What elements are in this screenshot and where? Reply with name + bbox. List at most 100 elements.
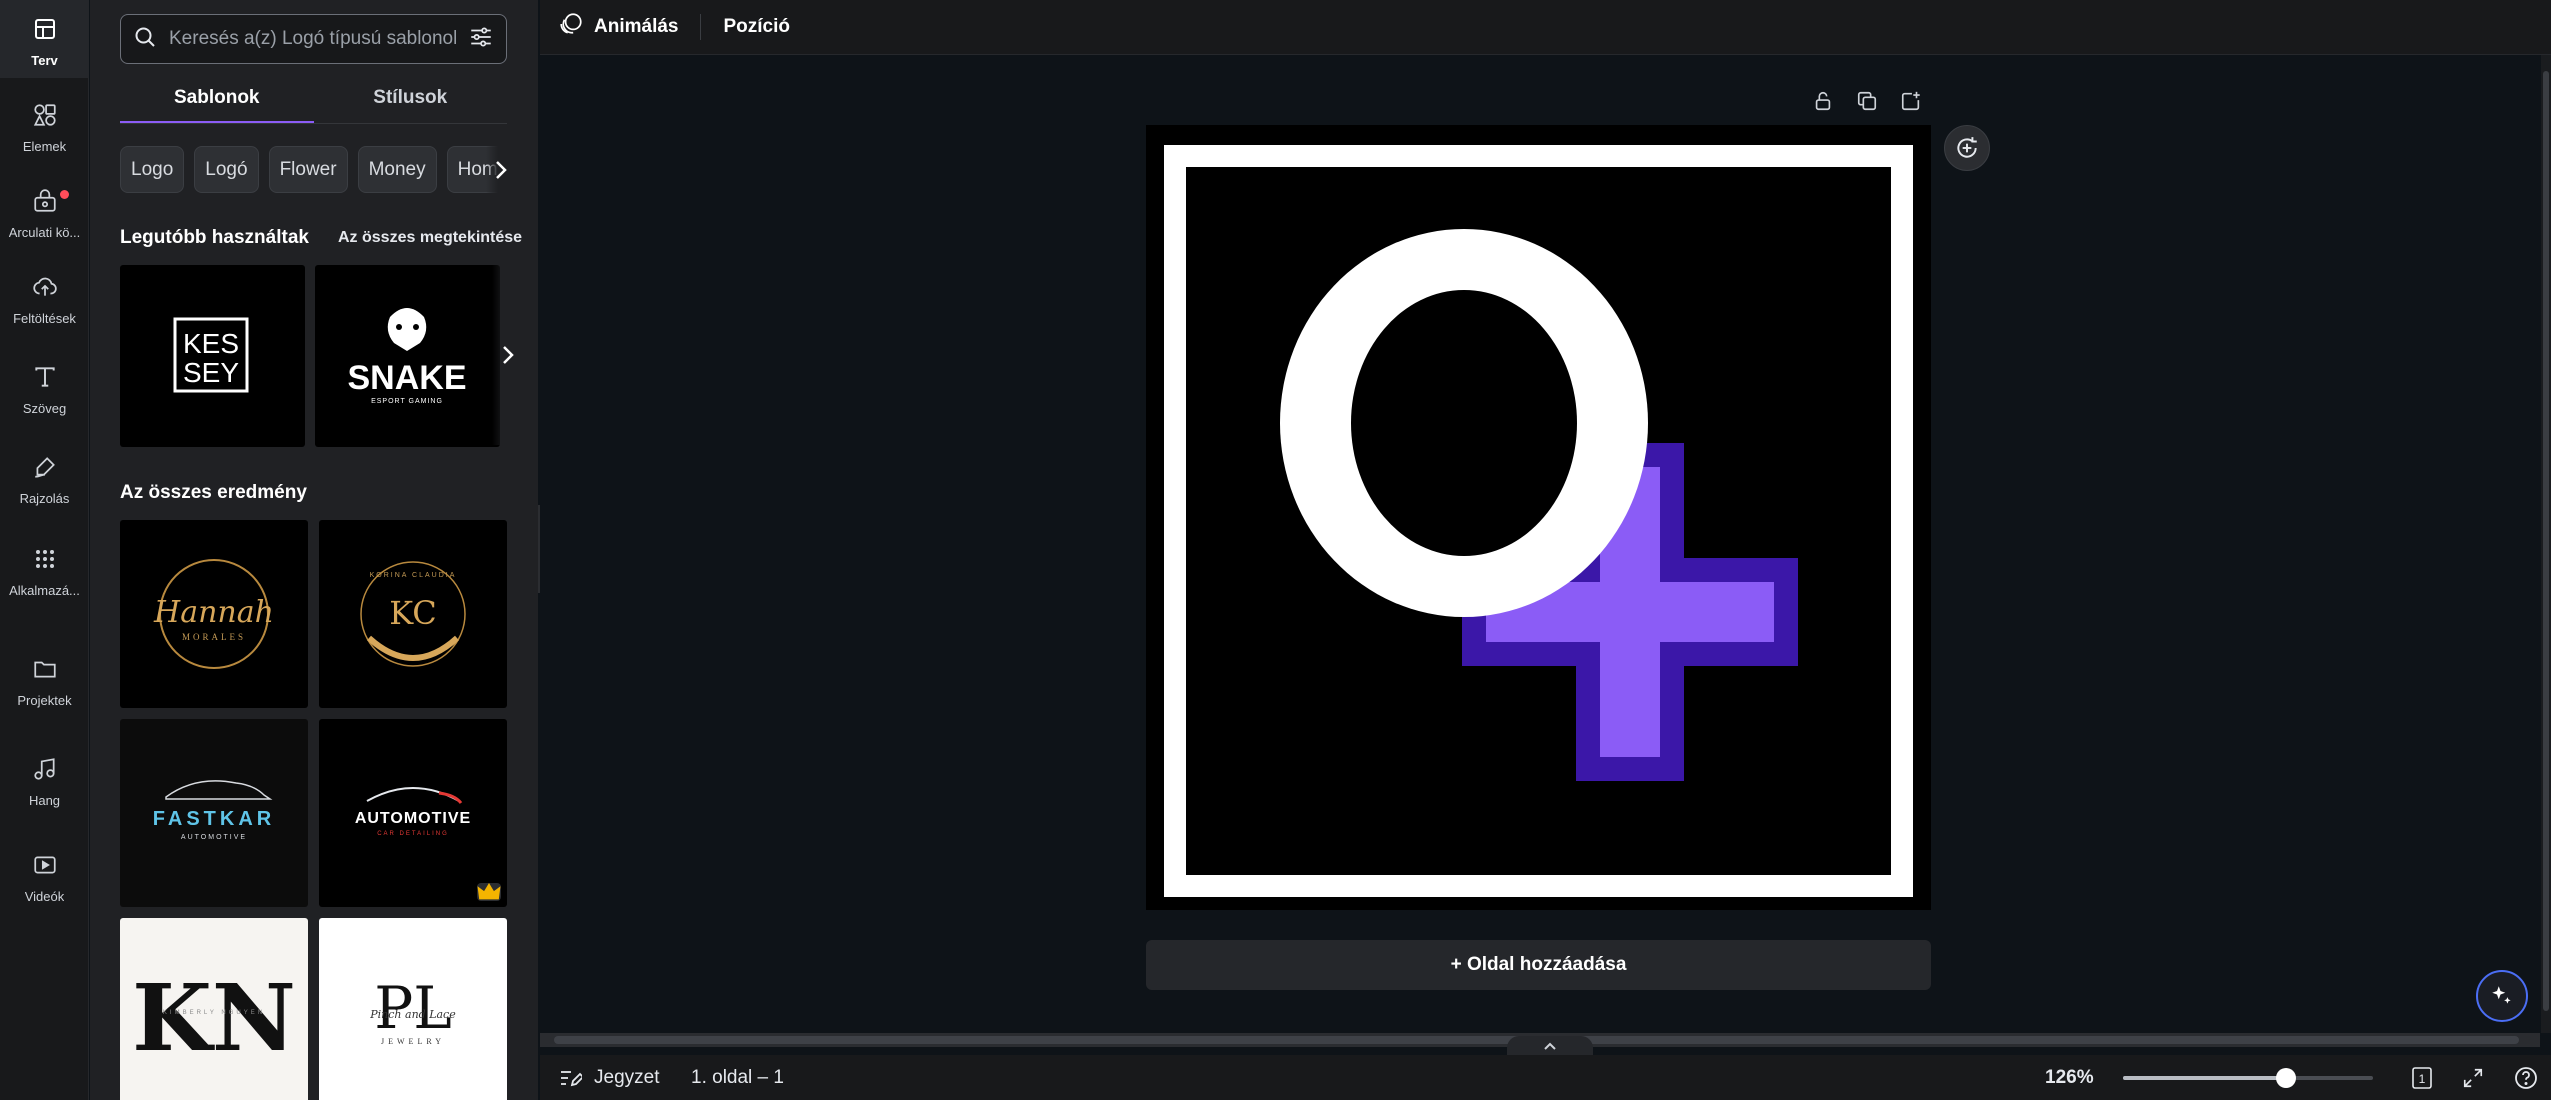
rail-item-draw[interactable]: Rajzolás: [0, 438, 89, 516]
music-icon: [27, 751, 63, 787]
help-icon: [2515, 1067, 2537, 1089]
template-search: [120, 14, 507, 64]
zoom-value[interactable]: 126%: [2045, 1055, 2094, 1100]
rail-label: Feltöltések: [13, 310, 76, 326]
zoom-slider[interactable]: [2123, 1068, 2373, 1088]
results-title: Az összes eredmény: [120, 482, 307, 503]
rail-item-elements[interactable]: Elemek: [0, 86, 89, 164]
editor-app: Terv Elemek Arculati kö... Feltöltések S…: [0, 0, 2551, 1100]
design-artwork: [1146, 125, 1931, 910]
apps-grid-icon: [27, 541, 63, 577]
rail-item-design[interactable]: Terv: [0, 0, 89, 78]
pages-icon: 1: [2412, 1067, 2432, 1089]
shapes-icon: [27, 97, 63, 133]
chip-money[interactable]: Money: [357, 146, 437, 193]
search-input[interactable]: [169, 28, 456, 50]
notes-label: Jegyzet: [594, 1066, 660, 1088]
chips-next-button[interactable]: [486, 146, 516, 193]
hannah-script: Hannah: [153, 595, 274, 630]
chevron-right-icon: [496, 160, 507, 179]
automotive-title: AUTOMOTIVE: [355, 810, 471, 827]
filter-icon[interactable]: [468, 24, 494, 55]
notes-button[interactable]: Jegyzet: [558, 1055, 659, 1100]
rail-item-apps[interactable]: Alkalmazá...: [0, 530, 89, 608]
page-tools: [1808, 86, 1926, 116]
snake-title: SNAKE: [347, 359, 466, 397]
chip-flower[interactable]: Flower: [268, 146, 348, 193]
template-fastkar[interactable]: FASTKAR AUTOMOTIVE: [120, 719, 308, 907]
rail-label: Elemek: [22, 138, 67, 154]
recent-template-kessey[interactable]: KES SEY: [120, 265, 305, 447]
rail-label: Rajzolás: [19, 490, 70, 506]
fullscreen-icon: [2463, 1068, 2483, 1088]
rail-item-text[interactable]: Szöveg: [0, 348, 89, 426]
sparkle-icon: [2492, 986, 2511, 1004]
draw-icon: [27, 449, 63, 485]
recent-next-button[interactable]: [492, 265, 524, 445]
chevron-up-icon: [1544, 1042, 1556, 1050]
rail-label: Szöveg: [22, 400, 67, 416]
chip-logo-hu[interactable]: Logó: [194, 146, 259, 193]
top-toolbar: Animálás Pozíció: [540, 0, 2551, 55]
rail-label: Projektek: [17, 692, 72, 708]
scrollbar-thumb[interactable]: [2543, 71, 2549, 1011]
magic-assistant-button[interactable]: [2476, 970, 2528, 1022]
duplicate-icon[interactable]: [1852, 86, 1882, 116]
pl-script: Pinch and Lace: [369, 1008, 456, 1021]
tab-styles[interactable]: Stílusok: [314, 78, 508, 124]
folder-icon: [27, 651, 63, 687]
snake-sub: ESPORT GAMING: [371, 398, 443, 405]
chevron-right-icon: [503, 346, 514, 364]
refresh-comment-icon: [1957, 137, 1977, 158]
rail-item-uploads[interactable]: Feltöltések: [0, 258, 89, 336]
design-page[interactable]: [1146, 125, 1931, 910]
add-page-icon[interactable]: [1896, 86, 1926, 116]
help-button[interactable]: [2511, 1063, 2541, 1093]
rail-label: Videók: [24, 888, 65, 904]
page-indicator[interactable]: 1. oldal – 1: [691, 1055, 784, 1100]
chip-logo[interactable]: Logo: [120, 146, 185, 193]
premium-crown-icon: [477, 883, 501, 901]
zoom-slider-knob[interactable]: [2275, 1068, 2296, 1088]
page-count: 1: [2419, 1072, 2426, 1086]
animate-button[interactable]: Animálás: [544, 11, 692, 43]
automotive-sub: CAR DETAILING: [377, 831, 449, 837]
tabs-divider: [120, 123, 507, 124]
template-korina[interactable]: KC KORINA CLAUDIA: [319, 520, 507, 708]
rail-item-audio[interactable]: Hang: [0, 740, 89, 818]
expand-pages-button[interactable]: [1507, 1036, 1593, 1056]
comment-refresh-button[interactable]: [1944, 125, 1990, 171]
rail-item-videos[interactable]: Videók: [0, 836, 89, 914]
bottom-bar: Jegyzet 1. oldal – 1 126% 1: [540, 1055, 2551, 1100]
vertical-scrollbar[interactable]: [2541, 55, 2551, 1033]
rail-label: Hang: [28, 792, 61, 808]
pl-sub: JEWELRY: [381, 1037, 445, 1046]
page-count-button[interactable]: 1: [2406, 1063, 2436, 1093]
filter-chips: Logo Logó Flower Money Home: [120, 146, 512, 194]
fullscreen-button[interactable]: [2458, 1063, 2488, 1093]
animate-icon: [558, 11, 584, 43]
rail-label: Terv: [31, 52, 58, 68]
template-kn[interactable]: KN KIMBERLY NGUYEN: [120, 918, 308, 1100]
recent-template-snake[interactable]: SNAKE ESPORT GAMING: [315, 265, 500, 447]
panel-tabs: Sablonok Stílusok: [120, 78, 507, 124]
rail-label: Alkalmazá...: [9, 582, 80, 598]
rail-item-projects[interactable]: Projektek: [0, 640, 89, 718]
tab-templates[interactable]: Sablonok: [120, 78, 314, 124]
position-button[interactable]: Pozíció: [709, 16, 804, 38]
kn-mono: KN: [132, 964, 296, 1072]
kessey-line-2: SEY: [183, 357, 239, 388]
see-all-link[interactable]: Az összes megtekintése: [338, 229, 522, 247]
text-icon: [27, 359, 63, 395]
notification-dot: [60, 190, 69, 199]
hannah-sub: MORALES: [182, 632, 246, 642]
template-hannah[interactable]: Hannah MORALES: [120, 520, 308, 708]
add-page-button[interactable]: + Oldal hozzáadása: [1146, 940, 1931, 990]
rail-item-brand[interactable]: Arculati kö...: [0, 172, 89, 250]
template-pl[interactable]: PL Pinch and Lace JEWELRY: [319, 918, 507, 1100]
kessey-line-1: KES: [183, 328, 239, 359]
template-automotive[interactable]: AUTOMOTIVE CAR DETAILING: [319, 719, 507, 907]
lock-icon[interactable]: [1808, 86, 1838, 116]
recent-title: Legutóbb használtak: [120, 227, 309, 248]
kn-sub: KIMBERLY NGUYEN: [163, 1010, 265, 1016]
